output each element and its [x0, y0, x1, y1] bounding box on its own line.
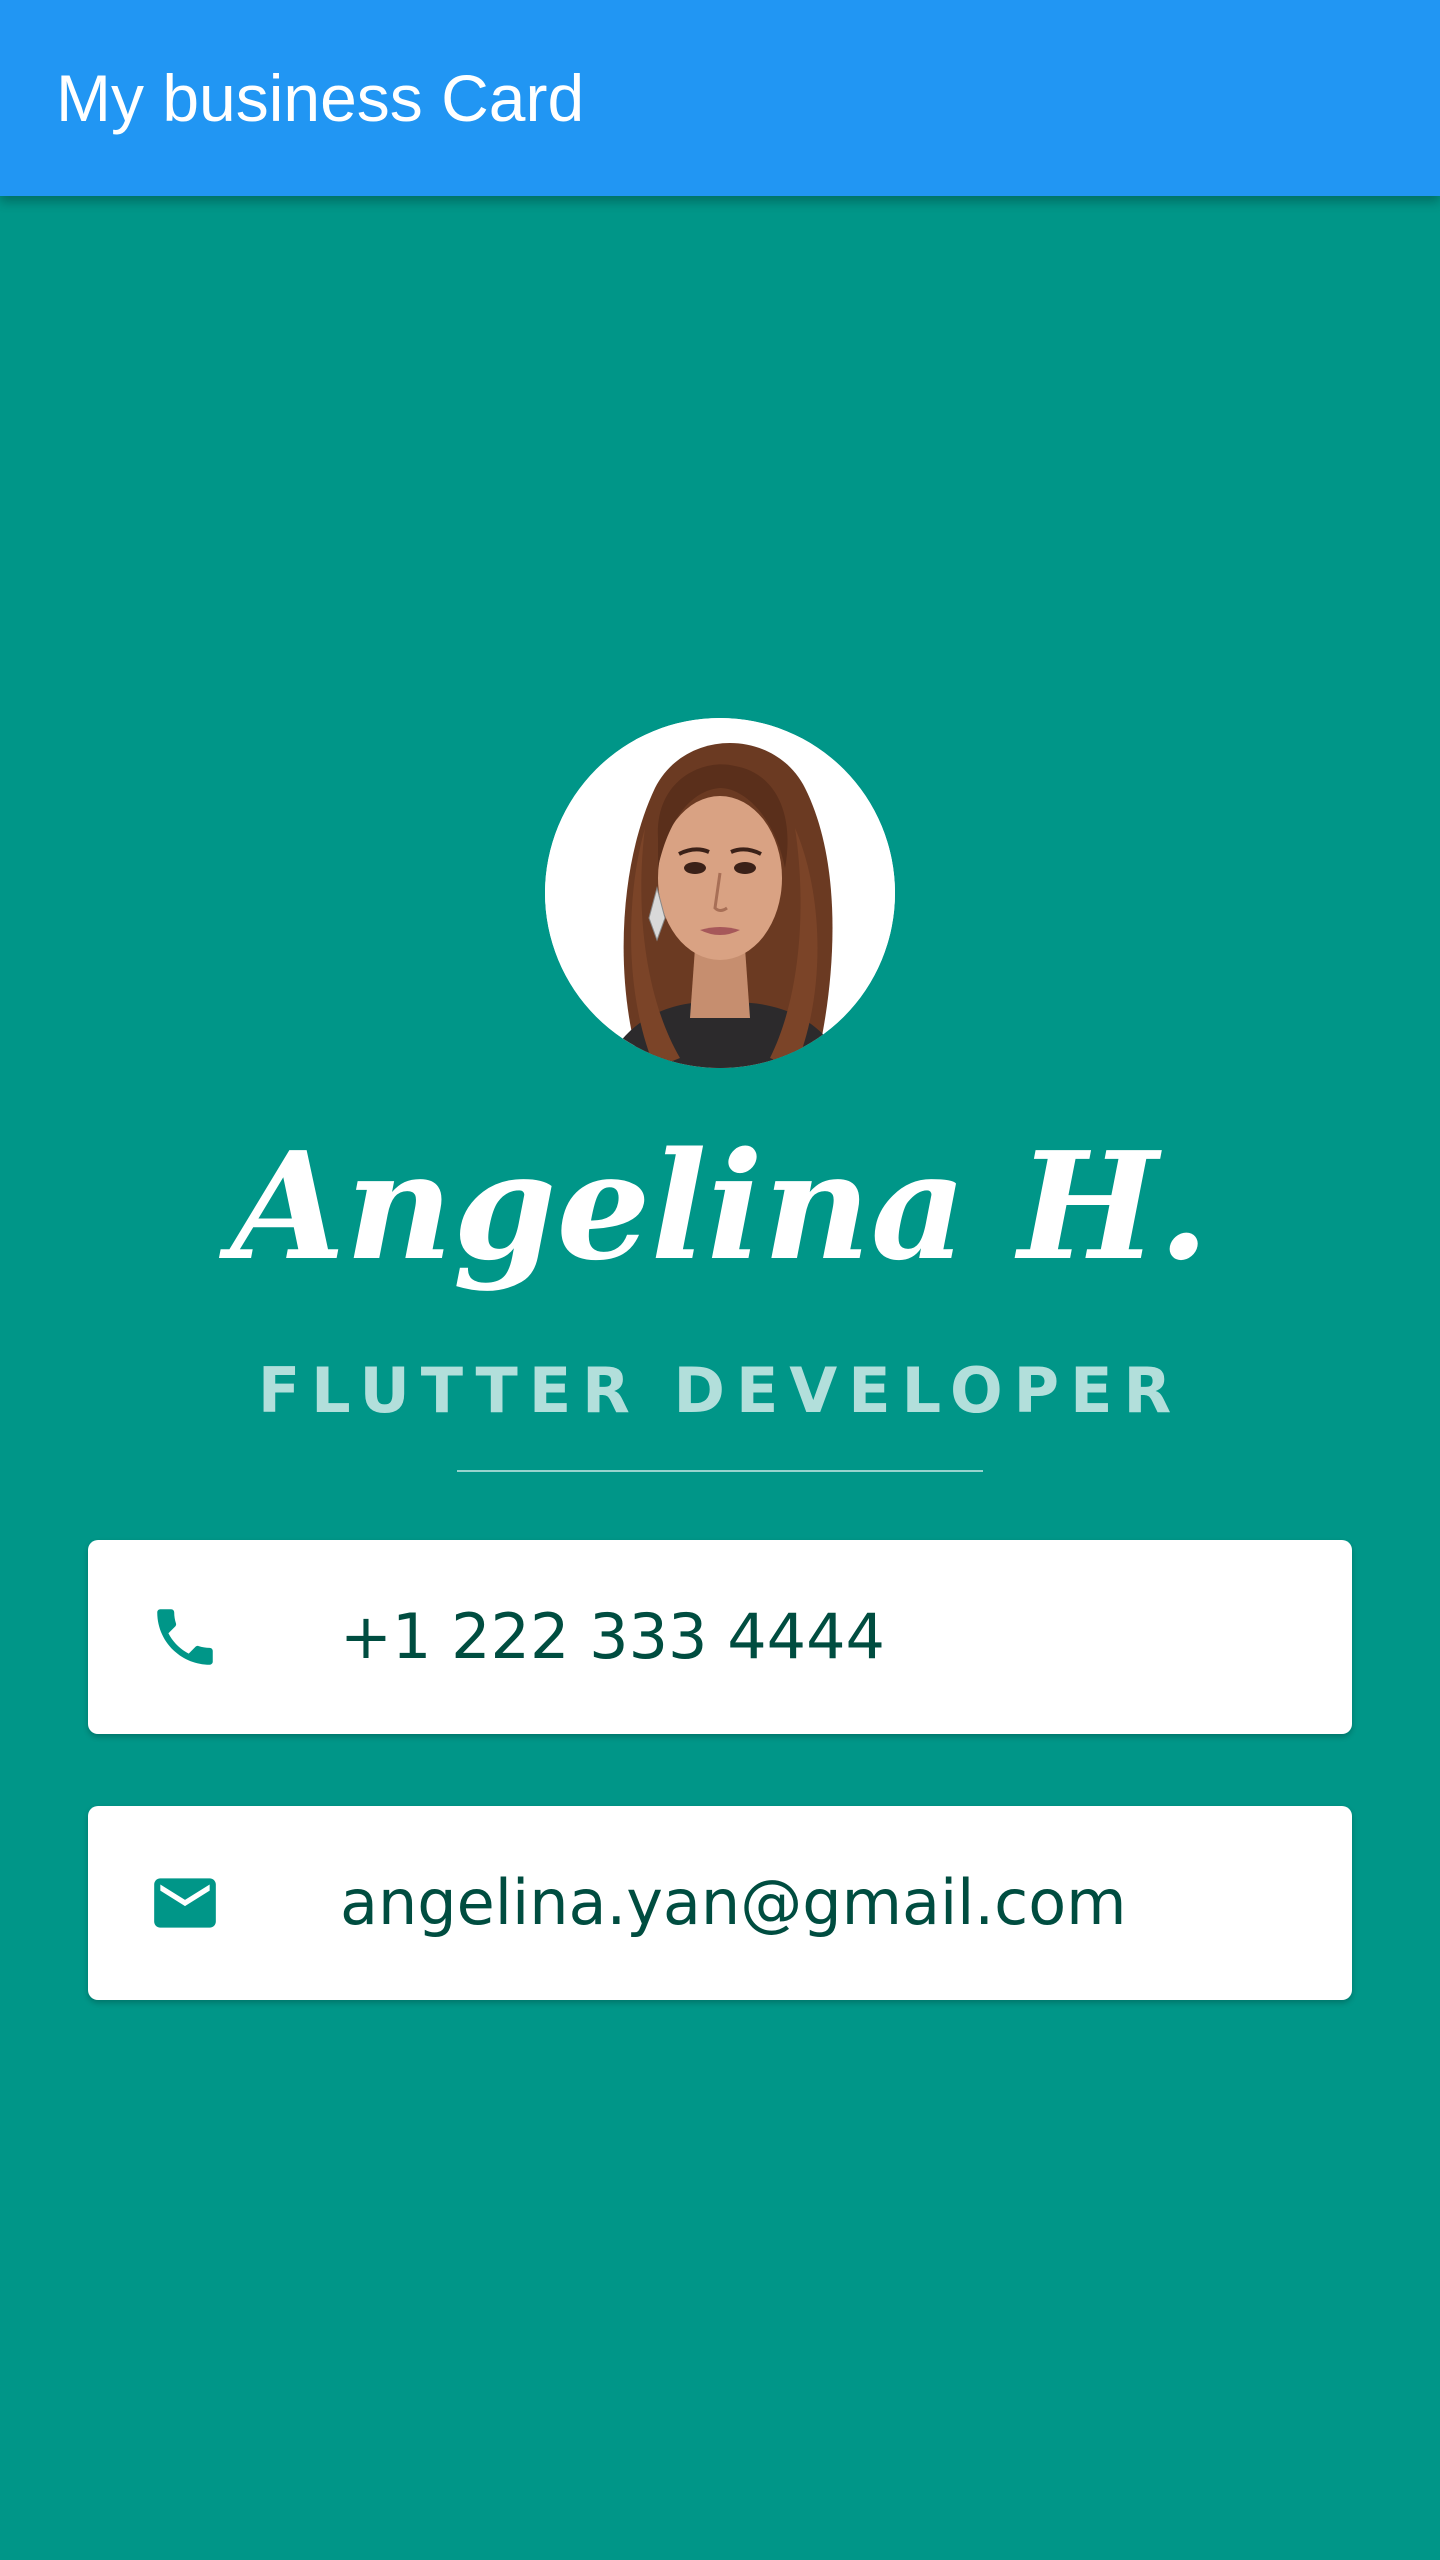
mail-icon — [148, 1866, 222, 1940]
phone-icon — [148, 1600, 222, 1674]
avatar-image — [545, 718, 895, 1068]
email-address: angelina.yan@gmail.com — [340, 1866, 1127, 1939]
app-bar: My business Card — [0, 0, 1440, 196]
business-card: Angelina H. FLUTTER DEVELOPER +1 222 333… — [0, 196, 1440, 2560]
phone-card[interactable]: +1 222 333 4444 — [88, 1540, 1352, 1734]
profile-name: Angelina H. — [230, 1119, 1210, 1293]
app-bar-title: My business Card — [56, 61, 585, 135]
divider — [457, 1470, 983, 1472]
job-title: FLUTTER DEVELOPER — [257, 1354, 1183, 1427]
phone-number: +1 222 333 4444 — [340, 1600, 885, 1673]
avatar — [545, 718, 895, 1068]
email-card[interactable]: angelina.yan@gmail.com — [88, 1806, 1352, 2000]
